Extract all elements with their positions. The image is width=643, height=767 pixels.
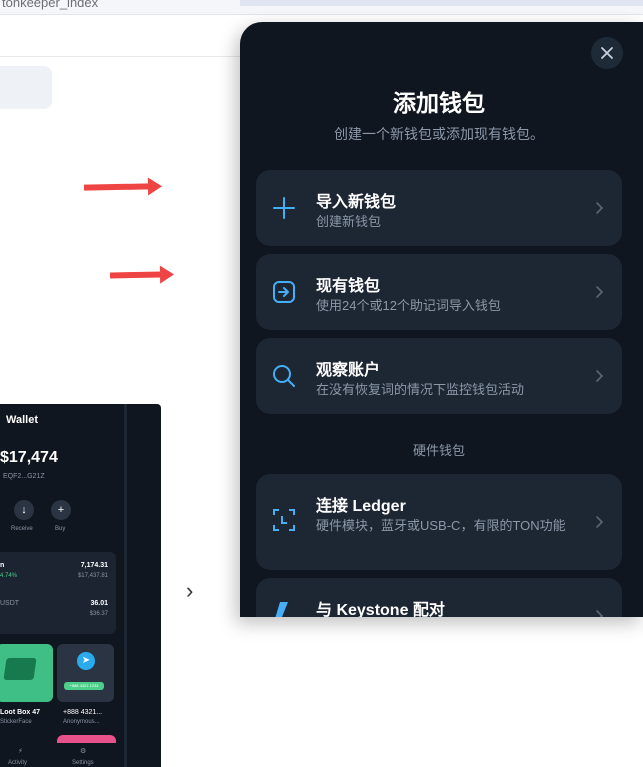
nav-activity-label: Activity [8,760,28,766]
receive-icon: ↓ [14,500,34,520]
chevron-right-icon [596,286,604,298]
buy-icon: + [51,500,71,520]
wallet-phone-preview: Wallet $17,474 EQF2...G21Z ↓ Receive + B… [0,404,161,767]
search-icon [273,365,295,387]
token-fiat: $36.37 [89,611,108,617]
token-amount: 7,174.31 [80,562,108,569]
ledger-icon [273,509,295,531]
chevron-right-icon [596,516,604,528]
token-change: 4.74% [0,573,18,579]
close-button[interactable] [591,37,623,69]
nav-settings-label: Settings [72,760,94,766]
nft-collection: Anonymous... [63,719,100,725]
phone-buy-label: Buy [55,526,66,532]
option-pair-keystone[interactable]: 与 Keystone 配对 [256,578,622,617]
nft-thumbnail [0,644,53,702]
option-description: 创建新钱包 [316,214,382,229]
modal-backdrop-strip [240,0,643,6]
nft-thumbnail: ➤ +888 4321 1234 [57,644,114,702]
phone-divider [124,404,127,767]
token-name: USDT [0,600,20,607]
option-title: 连接 Ledger [316,498,406,515]
nft-number-badge: +888 4321 1234 [64,682,104,690]
nft-name: +888 4321... [63,709,103,716]
chevron-right-icon [596,202,604,214]
option-description: 在没有恢复词的情况下监控钱包活动 [316,382,525,397]
keystone-icon [275,602,288,617]
phone-receive-label: Receive [11,526,33,532]
token-name: n [0,562,5,569]
chevron-right-icon[interactable]: › [186,578,193,604]
option-title: 现有钱包 [316,278,381,295]
activity-icon: ⚡ [18,748,23,755]
page-search-box[interactable] [0,66,52,109]
annotation-arrow [109,271,163,279]
telegram-icon: ➤ [77,652,95,670]
phone-token-list: n 4.74% 7,174.31 $17,437.81 USDT 36.01 $… [0,552,116,634]
phone-bottom-nav: ⚡ Activity ⚙ Settings [0,743,124,767]
close-icon [601,47,613,59]
settings-icon: ⚙ [80,748,87,755]
hardware-section-label: 硬件钱包 [412,443,465,458]
phone-address: EQF2...G21Z [3,473,45,480]
option-title: 导入新钱包 [316,194,397,211]
option-connect-ledger[interactable]: 连接 Ledger 硬件模块，蓝牙或USB-C，有限的TON功能 [256,474,622,570]
option-existing-wallet[interactable]: 现有钱包 使用24个或12个助记词导入钱包 [256,254,622,330]
loot-box-icon [3,658,37,680]
add-wallet-modal: 添加钱包 创建一个新钱包或添加现有钱包。 导入新钱包 创建新钱包 现有钱包 使用… [240,22,643,617]
nft-collection: StickerFace [0,719,32,725]
option-description: 硬件模块，蓝牙或USB-C，有限的TON功能 [316,518,566,533]
plus-icon [273,197,295,219]
option-description: 使用24个或12个助记词导入钱包 [316,298,501,313]
option-title: 观察账户 [316,362,381,379]
chevron-right-icon [596,370,604,382]
phone-wallet-title: Wallet [6,414,38,426]
chevron-right-icon [596,610,604,617]
phone-balance: $17,474 [0,449,58,466]
import-icon [273,281,295,303]
nft-name: Loot Box 47 [0,709,41,716]
option-title: 与 Keystone 配对 [316,602,445,617]
modal-subtitle: 创建一个新钱包或添加现有钱包。 [334,126,544,142]
token-fiat: $17,437.81 [77,573,108,579]
modal-title: 添加钱包 [393,90,485,116]
browser-tab-title[interactable]: tonkeeper_index [2,0,98,10]
option-watch-account[interactable]: 观察账户 在没有恢复词的情况下监控钱包活动 [256,338,622,414]
annotation-arrow [83,183,151,191]
token-amount: 36.01 [90,600,108,607]
option-new-wallet[interactable]: 导入新钱包 创建新钱包 [256,170,622,246]
